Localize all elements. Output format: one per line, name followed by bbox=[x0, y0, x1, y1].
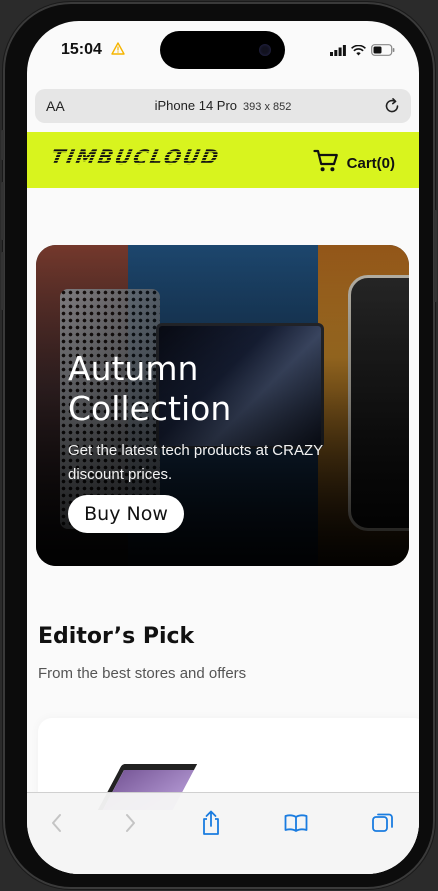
share-icon[interactable] bbox=[197, 809, 225, 837]
section-subtitle: From the best stores and offers bbox=[38, 665, 247, 682]
device-name: iPhone 14 Pro bbox=[154, 98, 238, 113]
screen: 15:04 AA iPhone 14 Pro 393 x 852 TIMBUCL… bbox=[27, 21, 419, 874]
cart-button[interactable]: Cart(0) bbox=[313, 148, 395, 179]
book-icon[interactable] bbox=[282, 809, 310, 837]
browser-toolbar bbox=[27, 792, 419, 874]
status-bar: 15:04 bbox=[27, 21, 419, 83]
wifi-icon bbox=[351, 43, 366, 61]
status-time: 15:04 bbox=[61, 41, 102, 58]
warning-icon bbox=[111, 42, 125, 60]
volume-up-button bbox=[1, 182, 4, 240]
tabs-icon[interactable] bbox=[369, 809, 397, 837]
device-label: iPhone 14 Pro 393 x 852 bbox=[35, 98, 411, 113]
phone-frame: 15:04 AA iPhone 14 Pro 393 x 852 TIMBUCL… bbox=[1, 2, 437, 889]
buy-now-button[interactable]: Buy Now bbox=[68, 495, 184, 533]
hero-subtitle: Get the latest tech products at CRAZY di… bbox=[68, 442, 323, 483]
volume-down-button bbox=[1, 252, 4, 310]
signal-icon bbox=[330, 43, 346, 61]
cart-icon bbox=[313, 148, 339, 179]
power-button bbox=[434, 210, 437, 302]
site-logo[interactable]: TIMBUCLOUD bbox=[48, 145, 222, 169]
section-title: Editor’s Pick bbox=[38, 624, 195, 649]
hero-title: Autumn Collection bbox=[68, 349, 232, 428]
status-icons bbox=[330, 43, 395, 61]
chevron-right-icon[interactable] bbox=[116, 809, 144, 837]
dynamic-island bbox=[160, 31, 285, 69]
reload-icon[interactable] bbox=[383, 97, 401, 120]
cart-label: Cart(0) bbox=[346, 155, 395, 172]
action-button bbox=[1, 130, 4, 160]
hero-banner: Autumn Collection Get the latest tech pr… bbox=[36, 245, 409, 566]
device-dimensions: 393 x 852 bbox=[243, 101, 292, 113]
camera-icon bbox=[259, 44, 271, 56]
chevron-left-icon[interactable] bbox=[43, 809, 71, 837]
address-bar[interactable]: AA iPhone 14 Pro 393 x 852 bbox=[35, 89, 411, 123]
battery-icon bbox=[371, 43, 395, 61]
site-header: TIMBUCLOUD Cart(0) bbox=[27, 132, 419, 188]
